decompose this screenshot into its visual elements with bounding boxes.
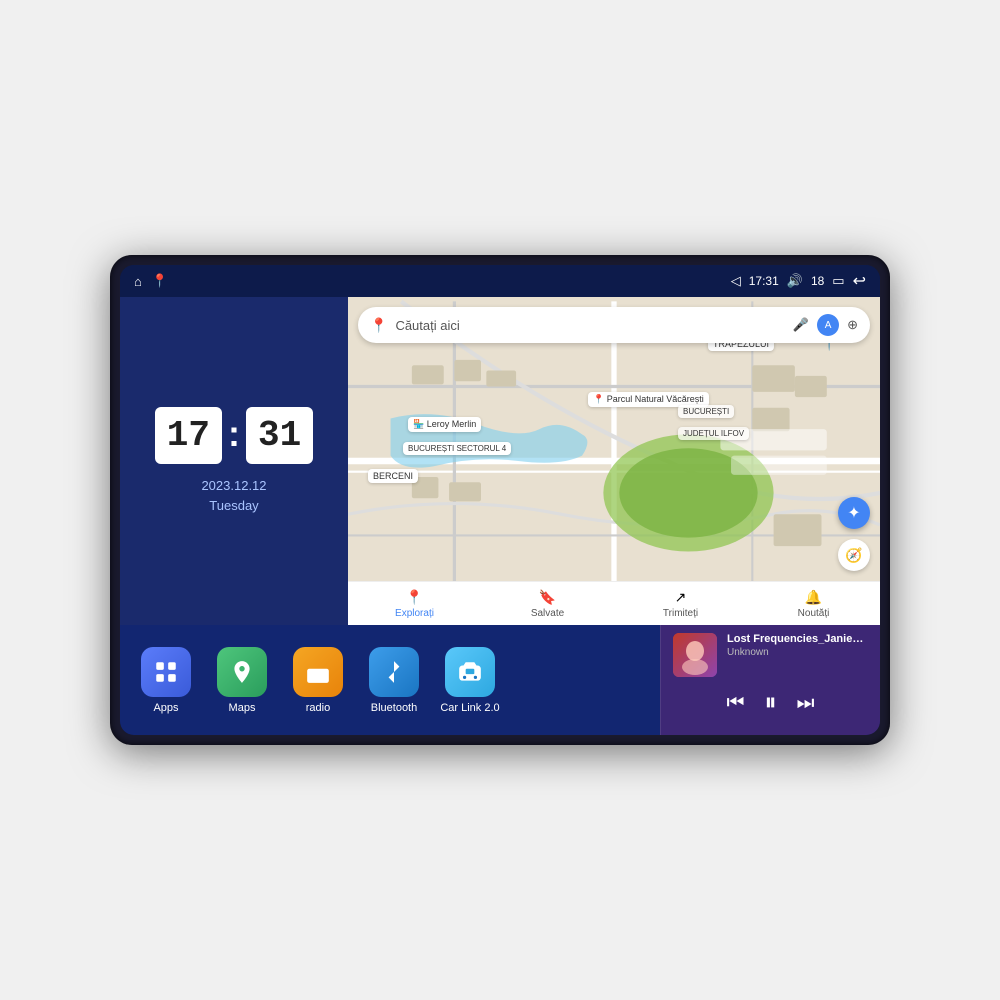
media-title: Lost Frequencies_Janieck Devy-... xyxy=(727,633,868,645)
map-nav-explore[interactable]: 📍 Explorați xyxy=(348,589,481,619)
apps-label: Apps xyxy=(153,702,178,714)
clock-colon: : xyxy=(228,413,240,455)
carlink-icon-wrapper xyxy=(445,647,495,697)
map-news-icon: 🔔 xyxy=(805,589,822,606)
map-saved-label: Salvate xyxy=(531,608,564,619)
screen: ⌂ 📍 ◁ 17:31 🔊 18 ▭ ↩ 17 : xyxy=(120,265,880,735)
radio-label: radio xyxy=(306,702,330,714)
car-head-unit: ⌂ 📍 ◁ 17:31 🔊 18 ▭ ↩ 17 : xyxy=(110,255,890,745)
main-content: 17 : 31 2023.12.12 Tuesday xyxy=(120,297,880,735)
media-artist: Unknown xyxy=(727,647,868,658)
map-voice-icon[interactable]: 🎤 xyxy=(793,317,809,333)
app-item-radio[interactable]: FM radio xyxy=(288,647,348,714)
map-news-label: Noutăți xyxy=(798,608,830,619)
media-top: Lost Frequencies_Janieck Devy-... Unknow… xyxy=(673,633,868,677)
signal-icon: ◁ xyxy=(731,273,741,289)
bluetooth-label: Bluetooth xyxy=(371,702,417,714)
bluetooth-icon xyxy=(381,659,407,685)
carlink-label: Car Link 2.0 xyxy=(440,702,499,714)
status-left: ⌂ 📍 xyxy=(134,273,168,289)
media-section: Lost Frequencies_Janieck Devy-... Unknow… xyxy=(660,625,880,735)
map-layers-icon[interactable]: ⊕ xyxy=(847,317,858,333)
map-label-leroy: 🏪 Leroy Merlin xyxy=(408,417,481,432)
apps-icon-wrapper xyxy=(141,647,191,697)
map-share-label: Trimiteți xyxy=(663,608,698,619)
album-art-svg xyxy=(673,633,717,677)
media-album-art xyxy=(673,633,717,677)
status-time: 17:31 xyxy=(749,274,779,288)
map-explore-label: Explorați xyxy=(395,608,434,619)
radio-icon: FM xyxy=(305,659,331,685)
clock-panel: 17 : 31 2023.12.12 Tuesday xyxy=(120,297,348,625)
map-icon xyxy=(229,659,255,685)
grid-icon xyxy=(153,659,179,685)
media-prev-button[interactable]: ⏮ xyxy=(727,692,745,715)
bottom-section: Apps Maps xyxy=(120,625,880,735)
status-bar: ⌂ 📍 ◁ 17:31 🔊 18 ▭ ↩ xyxy=(120,265,880,297)
app-item-carlink[interactable]: Car Link 2.0 xyxy=(440,647,500,714)
apps-section: Apps Maps xyxy=(120,625,660,735)
media-controls: ⏮ ⏸ ⏭ xyxy=(673,683,868,719)
home-icon[interactable]: ⌂ xyxy=(134,274,142,289)
app-item-maps[interactable]: Maps xyxy=(212,647,272,714)
map-explore-icon: 📍 xyxy=(406,589,423,606)
map-compass-button[interactable]: 🧭 xyxy=(838,539,870,571)
map-label-ilfov: JUDEȚUL ILFOV xyxy=(678,427,749,440)
map-nav-news[interactable]: 🔔 Noutăți xyxy=(747,589,880,619)
map-background xyxy=(348,297,880,625)
maps-icon-wrapper xyxy=(217,647,267,697)
media-play-button[interactable]: ⏸ xyxy=(765,689,777,717)
status-right: ◁ 17:31 🔊 18 ▭ ↩ xyxy=(731,271,866,291)
svg-text:FM: FM xyxy=(313,673,321,679)
top-section: 17 : 31 2023.12.12 Tuesday xyxy=(120,297,880,625)
map-search-bar[interactable]: 📍 Căutați aici 🎤 A ⊕ xyxy=(358,307,870,343)
map-label-sector4: BUCUREȘTI SECTORUL 4 xyxy=(403,442,511,455)
map-label-buc: BUCUREȘTI xyxy=(678,405,734,418)
map-bottom-nav: 📍 Explorați 🔖 Salvate ↗ Trimiteți 🔔 xyxy=(348,581,880,625)
map-logo-icon: 📍 xyxy=(370,317,387,334)
volume-level: 18 xyxy=(811,274,824,288)
carlink-icon xyxy=(457,659,483,685)
battery-icon: ▭ xyxy=(832,273,844,289)
map-nav-saved[interactable]: 🔖 Salvate xyxy=(481,589,614,619)
clock-minute: 31 xyxy=(246,407,313,464)
media-next-button[interactable]: ⏭ xyxy=(797,692,815,715)
back-icon[interactable]: ↩ xyxy=(853,271,866,291)
map-label-berceni: BERCENI xyxy=(368,469,418,483)
maps-pin-icon[interactable]: 📍 xyxy=(152,273,168,289)
app-item-apps[interactable]: Apps xyxy=(136,647,196,714)
clock-hour: 17 xyxy=(155,407,222,464)
maps-label: Maps xyxy=(229,702,256,714)
clock-display: 17 : 31 xyxy=(155,407,313,464)
map-user-avatar[interactable]: A xyxy=(817,314,839,336)
radio-icon-wrapper: FM xyxy=(293,647,343,697)
media-info: Lost Frequencies_Janieck Devy-... Unknow… xyxy=(727,633,868,658)
map-saved-icon: 🔖 xyxy=(539,589,556,606)
volume-icon: 🔊 xyxy=(787,273,803,289)
clock-date: 2023.12.12 Tuesday xyxy=(201,476,266,515)
map-panel: 📍 Căutați aici 🎤 A ⊕ 📍 Parcul Natural Vă… xyxy=(348,297,880,625)
map-nav-share[interactable]: ↗ Trimiteți xyxy=(614,589,747,619)
map-zoom-button[interactable]: ✦ xyxy=(838,497,870,529)
bluetooth-icon-wrapper xyxy=(369,647,419,697)
map-share-icon: ↗ xyxy=(675,589,687,606)
app-item-bluetooth[interactable]: Bluetooth xyxy=(364,647,424,714)
map-search-text[interactable]: Căutați aici xyxy=(395,318,784,333)
